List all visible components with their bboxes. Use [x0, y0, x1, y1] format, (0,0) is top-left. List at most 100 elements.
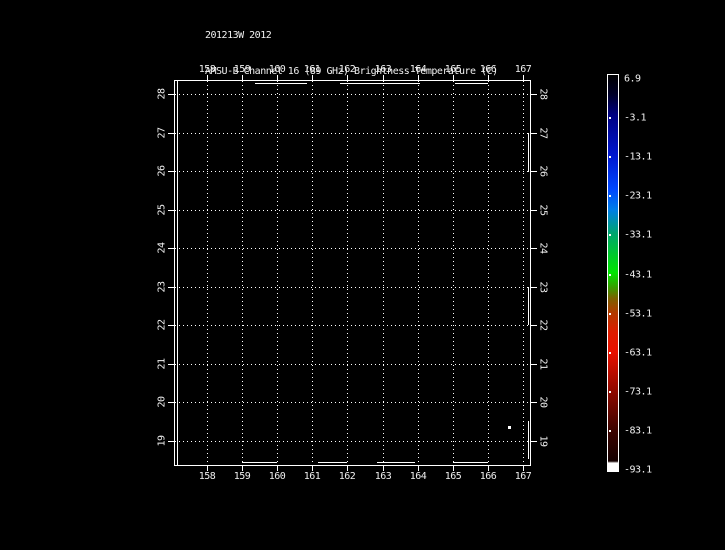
swath-edge-segment	[318, 462, 347, 463]
x-axis-tick-label-bottom: 162	[338, 471, 356, 482]
gridline-horizontal	[175, 364, 530, 365]
colorbar	[607, 74, 619, 472]
y-tick-left	[168, 441, 174, 442]
swath-edge-segment	[255, 83, 307, 84]
x-axis-tick-label-bottom: 163	[374, 471, 392, 482]
x-tick-top	[312, 75, 313, 80]
x-axis-tick-label-top: 159	[233, 64, 251, 75]
x-axis-tick-label-top: 164	[409, 64, 427, 75]
gridline-vertical	[312, 81, 313, 465]
x-axis-tick-label-bottom: 164	[409, 471, 427, 482]
x-tick-top	[418, 75, 419, 80]
x-axis-tick-label-bottom: 158	[198, 471, 216, 482]
island-marker	[508, 426, 511, 429]
colorbar-tick	[609, 391, 611, 393]
x-axis-tick-label-top: 158	[198, 64, 216, 75]
y-tick-left	[168, 248, 174, 249]
y-axis-tick-label-right: 22	[537, 319, 549, 331]
y-tick-left	[168, 94, 174, 95]
gridline-horizontal	[175, 287, 530, 288]
swath-edge-segment	[177, 81, 178, 465]
y-axis-tick-label-left: 20	[156, 396, 168, 408]
x-tick-top	[242, 75, 243, 80]
x-axis-tick-label-top: 167	[514, 64, 532, 75]
swath-edge-segment	[377, 462, 415, 463]
x-axis-tick-label-bottom: 161	[303, 471, 321, 482]
y-tick-right	[531, 133, 537, 134]
y-tick-right	[531, 441, 537, 442]
swath-edge-segment	[528, 421, 529, 459]
y-axis-tick-label-right: 20	[537, 396, 549, 408]
y-tick-left	[168, 133, 174, 134]
colorbar-tick-label: -83.1	[624, 425, 652, 437]
colorbar-tick-label: -3.1	[624, 112, 647, 124]
screenshot-root: 201213W 2012 AMSU-B Channel 16 (89 GHz) …	[0, 0, 725, 550]
y-axis-tick-label-left: 19	[156, 435, 168, 447]
y-tick-left	[168, 325, 174, 326]
gridline-horizontal	[175, 248, 530, 249]
x-tick-top	[383, 75, 384, 80]
gridline-horizontal	[175, 133, 530, 134]
y-axis-tick-label-left: 23	[156, 281, 168, 293]
x-tick-top	[488, 75, 489, 80]
gridline-vertical	[347, 81, 348, 465]
y-tick-left	[168, 364, 174, 365]
y-axis-tick-label-left: 26	[156, 165, 168, 177]
y-tick-left	[168, 287, 174, 288]
swath-edge-segment	[453, 462, 488, 463]
gridline-vertical	[242, 81, 243, 465]
colorbar-tick	[609, 274, 611, 276]
y-axis-tick-label-right: 27	[537, 127, 549, 139]
gridline-vertical	[488, 81, 489, 465]
x-axis-tick-label-top: 165	[444, 64, 462, 75]
x-tick-top	[523, 75, 524, 80]
y-tick-right	[531, 325, 537, 326]
x-axis-tick-label-bottom: 165	[444, 471, 462, 482]
x-tick-top	[347, 75, 348, 80]
gridline-horizontal	[175, 210, 530, 211]
x-axis-tick-label-top: 162	[338, 64, 356, 75]
colorbar-tick-label: 6.9	[624, 73, 641, 85]
colorbar-tick-label: -43.1	[624, 269, 652, 281]
x-tick-top	[207, 75, 208, 80]
swath-edge-segment	[455, 83, 488, 84]
x-axis-tick-label-bottom: 159	[233, 471, 251, 482]
gridline-vertical	[453, 81, 454, 465]
storm-id: 201213W 2012	[205, 30, 272, 41]
colorbar-tick	[609, 352, 611, 354]
x-tick-top	[277, 75, 278, 80]
colorbar-tick-label: -53.1	[624, 308, 652, 320]
swath-edge-segment	[340, 83, 420, 84]
y-tick-right	[531, 210, 537, 211]
y-tick-right	[531, 171, 537, 172]
y-axis-tick-label-right: 28	[537, 88, 549, 100]
gridline-horizontal	[175, 171, 530, 172]
x-axis-tick-label-top: 163	[374, 64, 392, 75]
x-axis-tick-label-bottom: 160	[268, 471, 286, 482]
gridline-vertical	[277, 81, 278, 465]
swath-edge-segment	[528, 287, 529, 325]
y-axis-tick-label-right: 24	[537, 242, 549, 254]
x-axis-tick-label-bottom: 167	[514, 471, 532, 482]
colorbar-tick-label: -93.1	[624, 464, 652, 476]
y-tick-right	[531, 94, 537, 95]
y-axis-tick-label-left: 25	[156, 204, 168, 216]
colorbar-tick	[609, 156, 611, 158]
y-axis-tick-label-left: 28	[156, 88, 168, 100]
gridline-horizontal	[175, 94, 530, 95]
y-tick-left	[168, 171, 174, 172]
gridline-horizontal	[175, 325, 530, 326]
x-axis-tick-label-top: 166	[479, 64, 497, 75]
colorbar-tick-label: -33.1	[624, 229, 652, 241]
x-axis-tick-label-bottom: 166	[479, 471, 497, 482]
y-axis-tick-label-left: 21	[156, 358, 168, 370]
colorbar-tick	[609, 234, 611, 236]
gridline-vertical	[383, 81, 384, 465]
colorbar-tick-label: -63.1	[624, 347, 652, 359]
x-tick-top	[453, 75, 454, 80]
colorbar-tick	[609, 313, 611, 315]
colorbar-tick	[609, 117, 611, 119]
y-tick-left	[168, 402, 174, 403]
y-axis-tick-label-left: 22	[156, 319, 168, 331]
y-axis-tick-label-right: 19	[537, 435, 549, 447]
